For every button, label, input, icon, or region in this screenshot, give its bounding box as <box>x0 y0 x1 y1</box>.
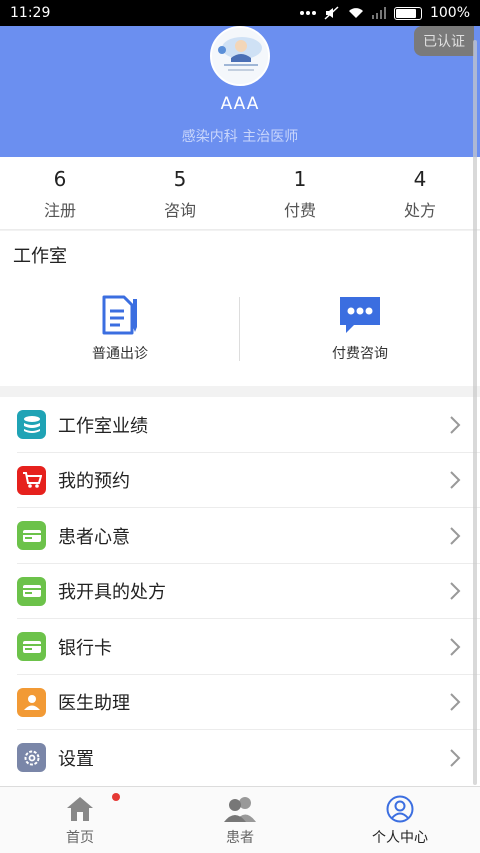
stat-prescription[interactable]: 4 处方 <box>360 157 480 229</box>
menu-label: 我的预约 <box>58 471 130 493</box>
battery-icon <box>393 6 422 20</box>
card-icon <box>17 632 46 662</box>
stat-consult[interactable]: 5 咨询 <box>120 157 240 229</box>
stat-paid[interactable]: 1 付费 <box>240 157 360 229</box>
chevron-right-icon <box>450 582 461 600</box>
tab-label: 患者 <box>226 830 254 846</box>
menu-item-bank-card[interactable]: 银行卡 <box>0 619 480 675</box>
chat-icon <box>340 297 380 333</box>
chevron-right-icon <box>450 416 461 434</box>
stat-register[interactable]: 6 注册 <box>0 157 120 229</box>
bottom-tab-bar: 首页 患者 个人中心 <box>0 786 480 853</box>
verified-badge: 已认证 <box>414 26 474 56</box>
menu-label: 患者心意 <box>58 526 130 548</box>
wifi-icon <box>348 8 363 18</box>
doctor-name: AAA <box>220 94 260 114</box>
tab-profile[interactable]: 个人中心 <box>320 787 480 853</box>
menu-item-studio-performance[interactable]: 工作室业绩 <box>0 397 480 453</box>
status-time: 11:29 <box>10 5 51 21</box>
chevron-right-icon <box>450 527 461 545</box>
menu-list: 工作室业绩 我的预约 患者心意 我开具的处方 银行卡 医生助理 设置 <box>0 397 480 786</box>
tab-home[interactable]: 首页 <box>0 787 160 853</box>
stat-label: 咨询 <box>163 201 196 220</box>
regular-visit-button[interactable]: 普通出诊 <box>0 295 240 363</box>
stat-value: 1 <box>293 167 307 191</box>
cart-icon <box>17 465 46 495</box>
gear-icon <box>17 743 46 773</box>
stat-label: 处方 <box>403 201 436 220</box>
menu-item-my-prescriptions[interactable]: 我开具的处方 <box>0 564 480 620</box>
stats-row: 6 注册 5 咨询 1 付费 4 处方 <box>0 157 480 230</box>
chevron-right-icon <box>450 638 461 656</box>
tab-label: 个人中心 <box>372 830 428 846</box>
stat-value: 5 <box>173 167 187 191</box>
card-icon <box>17 521 46 551</box>
database-icon <box>17 410 46 440</box>
profile-header: AAA 感染内科 主治医师 已认证 <box>0 26 480 157</box>
status-bar: 11:29 100% <box>0 0 480 26</box>
chevron-right-icon <box>450 693 461 711</box>
menu-label: 银行卡 <box>58 637 112 659</box>
paid-consult-label: 付费咨询 <box>332 346 388 362</box>
avatar[interactable] <box>210 26 270 86</box>
document-icon <box>102 295 137 335</box>
signal-icon <box>371 7 386 19</box>
regular-visit-label: 普通出诊 <box>92 346 148 362</box>
mute-icon <box>324 6 339 20</box>
doctor-avatar-icon <box>212 28 268 84</box>
menu-label: 医生助理 <box>58 693 130 715</box>
notification-dot <box>112 793 120 801</box>
tab-label: 首页 <box>66 830 94 846</box>
tab-patients[interactable]: 患者 <box>160 787 320 853</box>
studio-title: 工作室 <box>13 246 67 267</box>
menu-item-doctor-assistant[interactable]: 医生助理 <box>0 675 480 731</box>
chevron-right-icon <box>450 749 461 767</box>
more-icon <box>299 11 316 15</box>
home-icon <box>67 797 93 821</box>
doctor-subtitle: 感染内科 主治医师 <box>181 129 299 145</box>
stat-value: 6 <box>53 167 67 191</box>
menu-item-settings[interactable]: 设置 <box>0 730 480 786</box>
paid-consult-button[interactable]: 付费咨询 <box>240 295 480 363</box>
patients-icon <box>224 797 256 822</box>
menu-item-appointments[interactable]: 我的预约 <box>0 453 480 509</box>
battery-percent: 100% <box>429 5 470 21</box>
stat-label: 付费 <box>283 201 316 220</box>
scrollbar[interactable] <box>473 40 477 785</box>
menu-item-patient-gratitude[interactable]: 患者心意 <box>0 508 480 564</box>
card-icon <box>17 576 46 606</box>
stat-label: 注册 <box>43 201 76 220</box>
profile-icon <box>386 795 414 823</box>
person-icon <box>17 687 46 717</box>
studio-section: 工作室 普通出诊 付费咨询 <box>0 231 480 386</box>
menu-label: 我开具的处方 <box>58 582 166 604</box>
chevron-right-icon <box>450 471 461 489</box>
menu-label: 工作室业绩 <box>58 415 148 437</box>
menu-label: 设置 <box>58 748 94 770</box>
stat-value: 4 <box>413 167 427 191</box>
